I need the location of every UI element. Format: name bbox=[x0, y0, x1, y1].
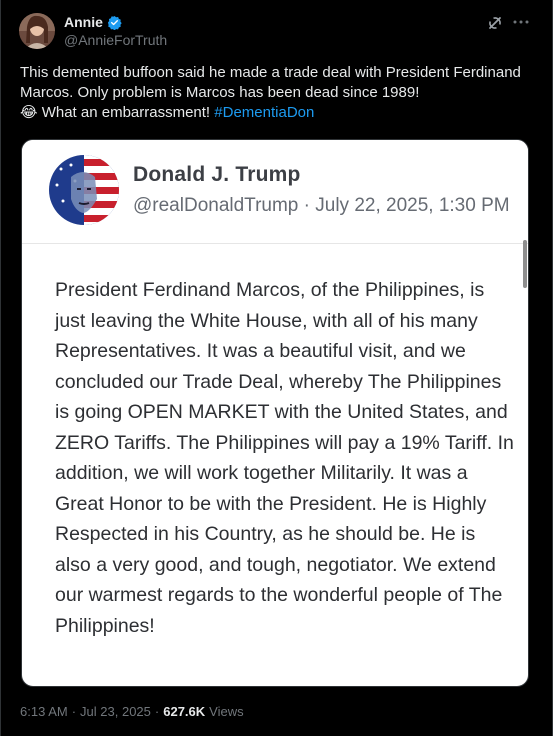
embedded-divider bbox=[22, 243, 528, 244]
grok-icon[interactable] bbox=[487, 15, 503, 31]
post-text-main: This demented buffoon said he made a tra… bbox=[20, 64, 521, 101]
hashtag-link[interactable]: #DementiaDon bbox=[214, 104, 314, 121]
embedded-body: President Ferdinand Marcos, of the Phili… bbox=[55, 279, 514, 637]
post-time[interactable]: 6:13 AM bbox=[20, 704, 68, 719]
views-count: 627.6K bbox=[163, 704, 206, 719]
post-text-tail: What an embarrassment! bbox=[41, 104, 211, 121]
more-options-icon[interactable] bbox=[512, 13, 530, 31]
post-text: This demented buffoon said he made a tra… bbox=[20, 63, 530, 123]
footer-separator: · bbox=[154, 704, 160, 719]
tweet: Annie @AnnieForTruth This demented buffo… bbox=[0, 0, 553, 736]
handle[interactable]: @AnnieForTruth bbox=[64, 32, 167, 48]
embedded-meta: @realDonaldTrump · July 22, 2025, 1:30 P… bbox=[133, 195, 510, 216]
avatar[interactable] bbox=[19, 13, 55, 49]
display-name[interactable]: Annie bbox=[64, 14, 103, 30]
embedded-name: Donald J. Trump bbox=[133, 163, 301, 186]
embedded-avatar bbox=[49, 155, 119, 225]
laughing-emoji: 😂 bbox=[20, 104, 38, 121]
scrollbar[interactable] bbox=[523, 240, 527, 288]
left-divider bbox=[0, 0, 1, 736]
post-date[interactable]: Jul 23, 2025 bbox=[80, 704, 151, 719]
post-footer: 6:13 AM · Jul 23, 2025 · 627.6K Views bbox=[20, 704, 244, 719]
embedded-header: Donald J. Trump @realDonaldTrump · July … bbox=[22, 140, 528, 243]
views-label: Views bbox=[209, 704, 244, 719]
embedded-screenshot[interactable]: Donald J. Trump @realDonaldTrump · July … bbox=[21, 139, 529, 687]
verified-badge-icon bbox=[107, 15, 122, 30]
footer-separator: · bbox=[71, 704, 77, 719]
author-name-row: Annie bbox=[64, 14, 122, 30]
